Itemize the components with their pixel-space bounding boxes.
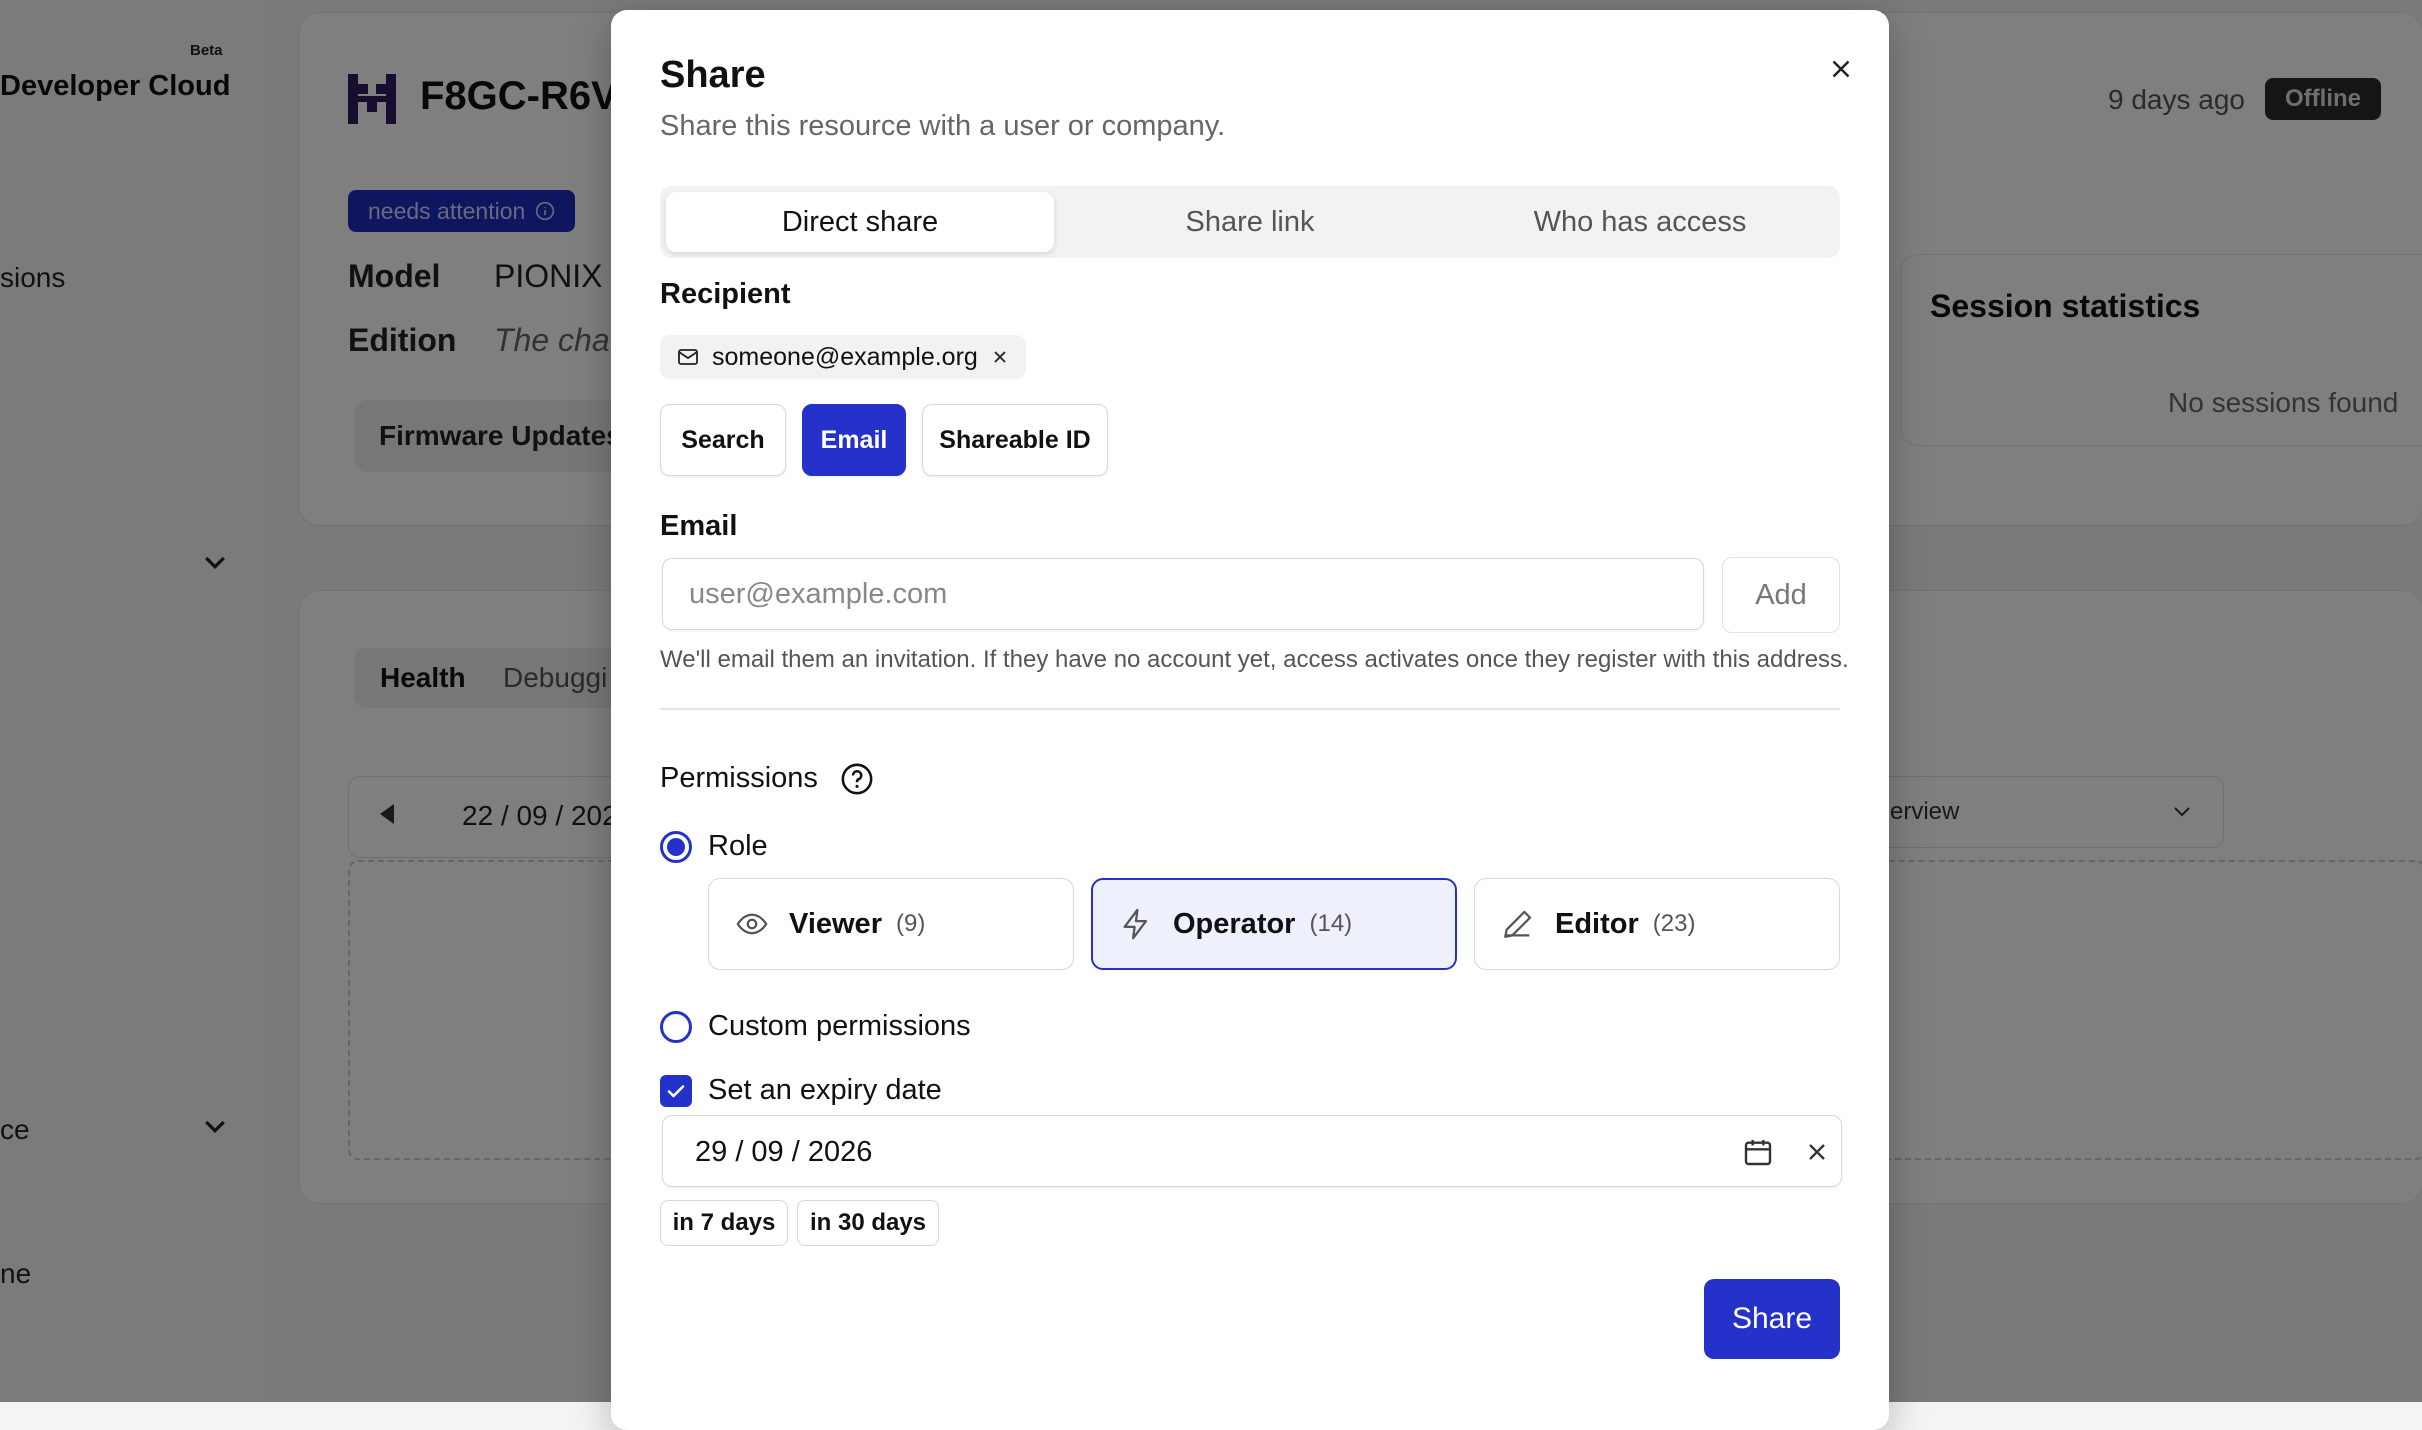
email-hint: We'll email them an invitation. If they … <box>660 646 1849 673</box>
role-radio-label: Role <box>708 830 768 862</box>
add-email-button[interactable]: Add <box>1722 557 1840 633</box>
expiry-checkbox[interactable] <box>660 1075 692 1107</box>
mode-shareable-id-button[interactable]: Shareable ID <box>922 404 1108 476</box>
divider <box>660 708 1840 710</box>
remove-recipient-button[interactable] <box>990 347 1010 367</box>
tab-who-has-access[interactable]: Who has access <box>1446 192 1834 252</box>
role-operator-card[interactable]: Operator (14) <box>1091 878 1457 970</box>
clear-date-icon[interactable] <box>1803 1138 1831 1166</box>
custom-permissions-radio[interactable] <box>660 1011 692 1043</box>
role-count: (9) <box>895 910 926 937</box>
email-label: Email <box>660 510 738 542</box>
close-icon[interactable] <box>1826 54 1856 84</box>
share-dialog: Share Share this resource with a user or… <box>611 10 1889 1430</box>
tab-direct-share[interactable]: Direct share <box>666 192 1054 252</box>
recipient-chip: someone@example.org <box>660 335 1026 379</box>
expiry-label: Set an expiry date <box>708 1074 942 1106</box>
role-name: Editor <box>1555 907 1639 940</box>
share-button[interactable]: Share <box>1704 1279 1840 1359</box>
lightning-icon <box>1123 908 1148 940</box>
permissions-label: Permissions <box>660 762 818 794</box>
quick-7-days-button[interactable]: in 7 days <box>660 1200 788 1246</box>
help-icon[interactable] <box>840 762 874 796</box>
role-editor-card[interactable]: Editor (23) <box>1474 878 1840 970</box>
mode-search-button[interactable]: Search <box>660 404 786 476</box>
share-tabs: Direct share Share link Who has access <box>660 186 1840 258</box>
expiry-date-field[interactable]: 29 / 09 / 2026 <box>662 1115 1842 1187</box>
role-name: Operator <box>1173 907 1296 940</box>
eye-icon <box>736 913 768 935</box>
role-viewer-card[interactable]: Viewer (9) <box>708 878 1074 970</box>
dialog-title: Share <box>660 54 766 96</box>
role-name: Viewer <box>789 907 882 940</box>
recipient-label: Recipient <box>660 278 791 310</box>
role-radio[interactable] <box>660 831 692 863</box>
expiry-date-value[interactable]: 29 / 09 / 2026 <box>695 1136 872 1169</box>
role-count: (23) <box>1652 910 1696 937</box>
custom-permissions-label: Custom permissions <box>708 1010 971 1042</box>
recipient-chip-label: someone@example.org <box>712 342 978 371</box>
quick-30-days-button[interactable]: in 30 days <box>797 1200 939 1246</box>
check-icon <box>667 1085 685 1098</box>
mode-email-button[interactable]: Email <box>802 404 906 476</box>
email-input[interactable] <box>662 558 1704 630</box>
role-count: (14) <box>1309 910 1353 937</box>
calendar-icon[interactable] <box>1742 1136 1774 1168</box>
tab-share-link[interactable]: Share link <box>1056 192 1444 252</box>
pencil-icon <box>1504 910 1532 938</box>
mail-icon <box>678 349 698 365</box>
close-icon[interactable] <box>990 347 1010 367</box>
dialog-subtitle: Share this resource with a user or compa… <box>660 110 1226 142</box>
